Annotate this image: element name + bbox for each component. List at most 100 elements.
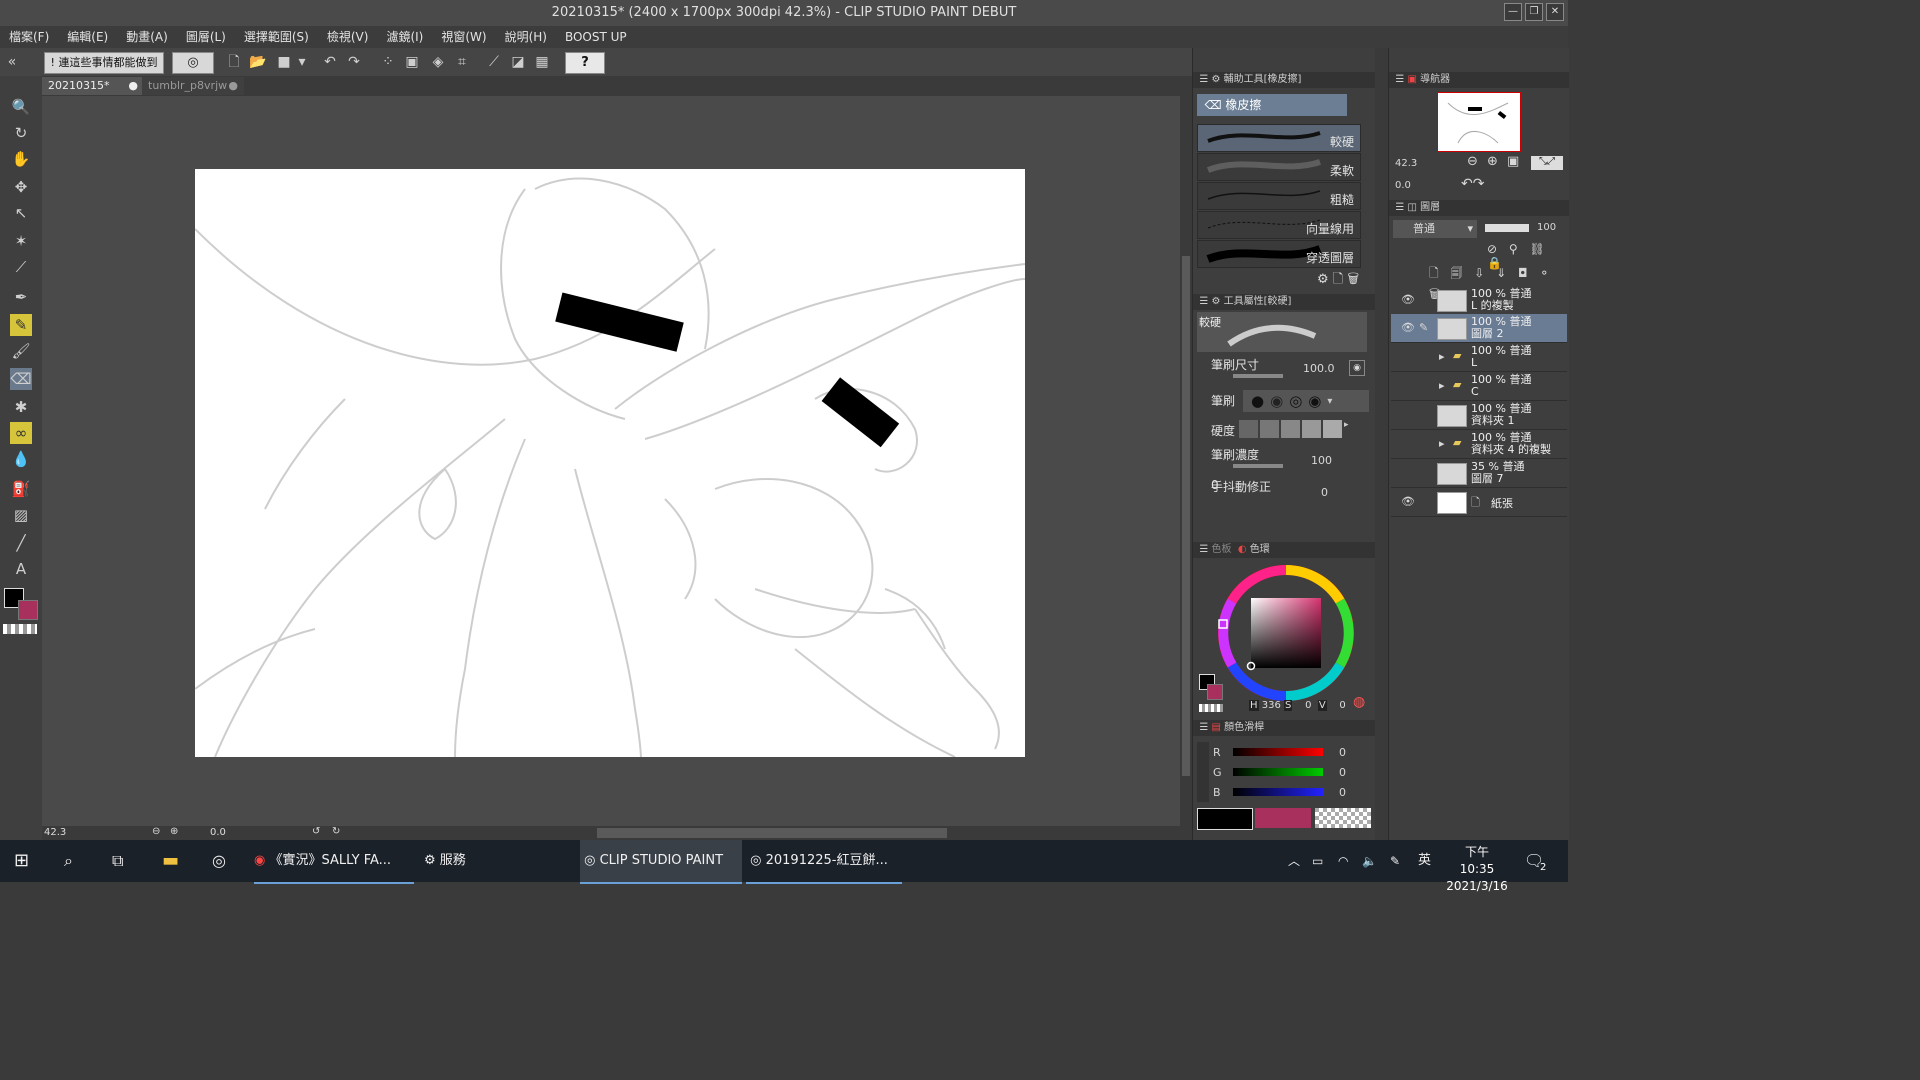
subtool-rough[interactable]: 粗糙 [1197,182,1361,210]
navigator-preview[interactable] [1437,92,1521,152]
line-tool-icon[interactable]: ╱ [10,532,32,554]
fit-screen-icon[interactable]: ▣ [1507,154,1519,169]
current-transparent-color[interactable] [1315,808,1371,828]
decoration-tool-icon[interactable]: ∞ [10,422,32,444]
chevron-right-icon[interactable]: ▸ [1439,379,1445,392]
menu-edit[interactable]: 編輯(E) [58,26,117,48]
red-slider[interactable] [1233,748,1323,756]
notice-button[interactable]: ! 連這些事情都能做到 [44,52,164,74]
minimize-button[interactable]: — [1504,3,1522,21]
subtool-settings-icon[interactable]: ⚙ [1317,272,1329,287]
pressure-icon[interactable]: ◉ [1349,360,1365,376]
angle-value[interactable]: 0.0 [210,827,226,838]
menu-boost-up[interactable]: BOOST UP [556,26,636,48]
layer-row-paper[interactable]: 👁 🗋 紙張 [1391,488,1567,517]
fill-icon[interactable]: ◈ [428,52,448,72]
color-mode-icon[interactable]: ◍ [1353,694,1365,710]
tab-close-icon[interactable]: ● [128,77,138,95]
transparent-color-swatch[interactable] [3,624,37,634]
operation-tool-icon[interactable]: ↖ [10,202,32,224]
layer-row[interactable]: ▸ ▰ 100 % 普通 資料夾 4 的複製 [1391,430,1567,459]
tab-close-icon[interactable]: ● [228,77,238,95]
menu-layer[interactable]: 圖層(L) [177,26,235,48]
move-tool-icon[interactable]: ✥ [10,176,32,198]
search-icon[interactable]: ⌕ [64,840,73,882]
menu-selection[interactable]: 選擇範圍(S) [235,26,318,48]
taskbar-clip-studio-paint[interactable]: ◎ CLIP STUDIO PAINT [580,840,742,884]
ime-indicator[interactable]: 英 [1418,840,1431,882]
fill-tool-icon[interactable]: ⛽ [10,478,32,500]
chevron-right-icon[interactable]: ▸ [1439,350,1445,363]
red-value[interactable]: 0 [1339,746,1346,759]
airbrush-tool-icon[interactable]: ✱ [10,396,32,418]
chevron-right-icon[interactable]: ▸ [1439,437,1445,450]
navigator-rotate-icon[interactable]: ↶↷ [1461,176,1484,192]
menu-file[interactable]: 檔案(F) [0,26,58,48]
brush-density-slider[interactable] [1233,464,1283,468]
save-icon[interactable]: ■ [274,52,294,72]
zoom-tool-icon[interactable]: 🔍 [10,96,32,118]
blue-slider[interactable] [1233,788,1323,796]
brush-size-slider[interactable] [1233,374,1283,378]
layer-row-selected[interactable]: 👁 ✎ 100 % 普通 圖層 2 [1391,314,1567,343]
stabilization-value[interactable]: 0 [1321,486,1328,499]
eyedropper-icon[interactable]: ⟋ [10,256,32,278]
snap-special-ruler-icon[interactable]: ◪ [508,52,528,72]
sub-color-swatch[interactable] [18,600,38,620]
layer-row[interactable]: 35 % 普通 圖層 7 [1391,459,1567,488]
subtool-hard[interactable]: 較硬 [1197,124,1361,152]
windows-start-icon[interactable]: ⊞ [14,840,29,882]
color-wheel[interactable] [1215,562,1357,704]
navigator-zoom[interactable]: 42.3 [1395,158,1417,169]
zoom-in-icon[interactable]: ⊕ [170,826,178,837]
rotate-tool-icon[interactable]: ↻ [10,122,32,144]
task-view-icon[interactable]: ⧉ [112,840,123,882]
clip-studio-button[interactable]: ◎ [172,52,214,74]
snap-grid-icon[interactable]: ▦ [532,52,552,72]
sub-color-chip[interactable] [1207,684,1223,700]
maximize-button[interactable]: ❐ [1525,3,1543,21]
menu-view[interactable]: 檢視(V) [318,26,378,48]
new-file-icon[interactable]: 🗋 [224,52,244,72]
taskbar-clip-document[interactable]: ◎ 20191225-紅豆餅... [746,840,902,884]
layer-opacity-slider[interactable] [1485,224,1529,232]
zoom-out-icon[interactable]: ⊖ [152,826,160,837]
taskbar-services[interactable]: ⚙ 服務 [424,840,574,882]
subtool-vector[interactable]: 向量線用 [1197,211,1361,239]
rotate-left-icon[interactable]: ↺ [312,826,320,837]
layer-row[interactable]: 100 % 普通 資料夾 1 [1391,401,1567,430]
blue-value[interactable]: 0 [1339,786,1346,799]
tab-20210315[interactable]: 20210315* ● [42,77,144,95]
layer-row[interactable]: 👁 100 % 普通 L 的複製 [1391,286,1567,315]
brush-tool-icon[interactable]: 🖌 [10,340,32,362]
tab-color-wheel[interactable]: 色環 [1250,544,1270,555]
green-value[interactable]: 0 [1339,766,1346,779]
horizontal-scroll-thumb[interactable] [597,828,947,838]
close-button[interactable]: ✕ [1546,3,1564,21]
menu-help[interactable]: 說明(H) [496,26,556,48]
navigator-zoom-out-icon[interactable]: ⊖ [1467,154,1478,169]
menu-window[interactable]: 視窗(W) [432,26,495,48]
rotate-right-icon[interactable]: ↻ [332,826,340,837]
collapse-left-icon[interactable]: « [2,52,22,72]
battery-icon[interactable]: ▭ [1312,840,1323,882]
save-dropdown-icon[interactable]: ▾ [292,52,312,72]
hand-tool-icon[interactable]: ✋ [10,148,32,170]
brush-size-value[interactable]: 100.0 [1303,362,1335,375]
clip-studio-launcher-icon[interactable]: ◎ [212,840,226,882]
redo-icon[interactable]: ↷ [344,52,364,72]
flip-icon[interactable]: ⤡⤢ [1531,156,1563,170]
delete-subtool-icon[interactable]: 🗑 [1347,272,1359,287]
volume-icon[interactable]: 🔈 [1362,840,1377,882]
copy-subtool-icon[interactable]: 🗋 [1333,272,1343,287]
wifi-icon[interactable]: ◠ [1338,840,1348,882]
notification-center-icon[interactable]: 🗨 [1524,840,1544,882]
blend-mode-select[interactable]: 普通 ▾ [1393,220,1477,238]
taskbar-clock[interactable]: 下午 10:35 2021/3/16 [1446,844,1508,895]
tab-tumblr[interactable]: tumblr_p8vrjw ● [142,77,244,95]
eye-icon[interactable]: 👁 [1401,321,1415,334]
text-tool-icon[interactable]: A [10,558,32,580]
layer-row[interactable]: ▸ ▰ 100 % 普通 C [1391,372,1567,401]
magic-wand-icon[interactable]: ✶ [10,230,32,252]
file-explorer-icon[interactable]: ▬ [162,840,179,882]
